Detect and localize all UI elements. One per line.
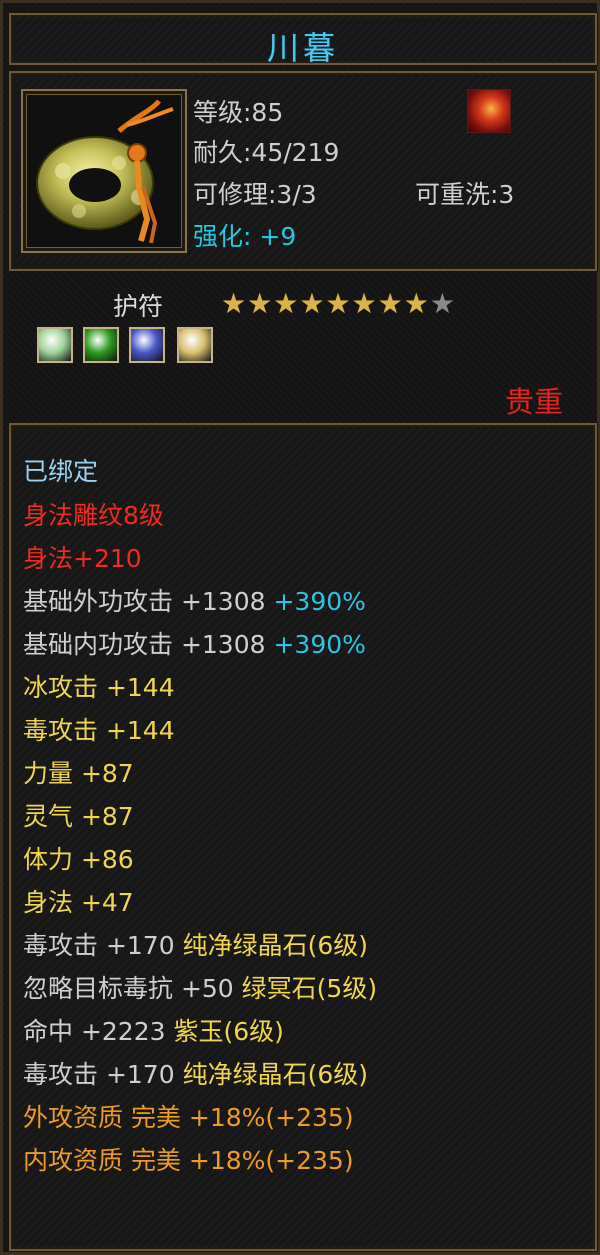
white-gem-icon[interactable]	[37, 327, 73, 363]
poison-attack-line: 毒攻击 +144	[23, 716, 175, 745]
outer-attack-line: 基础外功攻击 +1308 +390%	[23, 587, 366, 616]
enhance-label: 强化:	[193, 222, 252, 251]
star-filled-icon: ★	[247, 287, 274, 320]
star-filled-icon: ★	[351, 287, 378, 320]
star-rating: ★★★★★★★★★	[221, 287, 456, 320]
stamina-line: 体力 +86	[23, 845, 134, 874]
gem3-line: 命中 +2223 紫玉(6级)	[23, 1017, 284, 1046]
title-bar: 川暮	[9, 13, 597, 67]
item-stats: 已绑定 身法雕纹8级 身法+210 基础外功攻击 +1308 +390% 基础内…	[9, 423, 597, 1251]
blue-gem-icon[interactable]	[129, 327, 165, 363]
item-tooltip: 川暮 等级:85 耐久:45/219 可修理:3/3 可重洗:3 强化: +9 …	[0, 0, 600, 1255]
item-type-row: 护符 ★★★★★★★★★ 贵重	[9, 275, 597, 419]
spirit-line: 灵气 +87	[23, 802, 134, 831]
star-filled-icon: ★	[221, 287, 248, 320]
outer-quality-line: 外攻资质 完美 +18%(+235)	[23, 1103, 354, 1132]
inner-attack-line: 基础内功攻击 +1308 +390%	[23, 630, 366, 659]
gem4-line: 毒攻击 +170 纯净绿晶石(6级)	[23, 1060, 368, 1089]
enhance-value: +9	[259, 222, 297, 251]
item-type: 护符	[113, 292, 164, 321]
star-filled-icon: ★	[377, 287, 404, 320]
star-filled-icon: ★	[299, 287, 326, 320]
item-rarity: 贵重	[504, 385, 563, 419]
star-filled-icon: ★	[273, 287, 300, 320]
bound-status: 已绑定	[23, 457, 99, 486]
star-filled-icon: ★	[403, 287, 430, 320]
engrave-bonus-line: 身法+210	[23, 544, 142, 573]
inner-quality-line: 内攻资质 完美 +18%(+235)	[23, 1146, 354, 1175]
gem1-line: 毒攻击 +170 纯净绿晶石(6级)	[23, 931, 368, 960]
star-empty-icon: ★	[429, 287, 456, 320]
yellow-gem-icon[interactable]	[177, 327, 213, 363]
item-repair-count: 可修理:3/3	[193, 180, 317, 209]
star-filled-icon: ★	[325, 287, 352, 320]
item-name: 川暮	[266, 29, 339, 67]
item-level: 等级:85	[193, 98, 284, 127]
fire-phoenix-badge-icon	[467, 89, 511, 133]
green-gem-icon[interactable]	[83, 327, 119, 363]
item-header: 等级:85 耐久:45/219 可修理:3/3 可重洗:3 强化: +9	[9, 71, 597, 271]
item-durability: 耐久:45/219	[193, 138, 340, 167]
item-enhance: 强化: +9	[193, 217, 296, 253]
item-rewash-count: 可重洗:3	[415, 180, 515, 209]
jade-ring-amulet-icon[interactable]	[21, 89, 187, 253]
agility-line: 身法 +47	[23, 888, 134, 917]
strength-line: 力量 +87	[23, 759, 134, 788]
engrave-line: 身法雕纹8级	[23, 501, 164, 530]
gem2-line: 忽略目标毒抗 +50 绿冥石(5级)	[23, 974, 378, 1003]
ice-attack-line: 冰攻击 +144	[23, 673, 175, 702]
